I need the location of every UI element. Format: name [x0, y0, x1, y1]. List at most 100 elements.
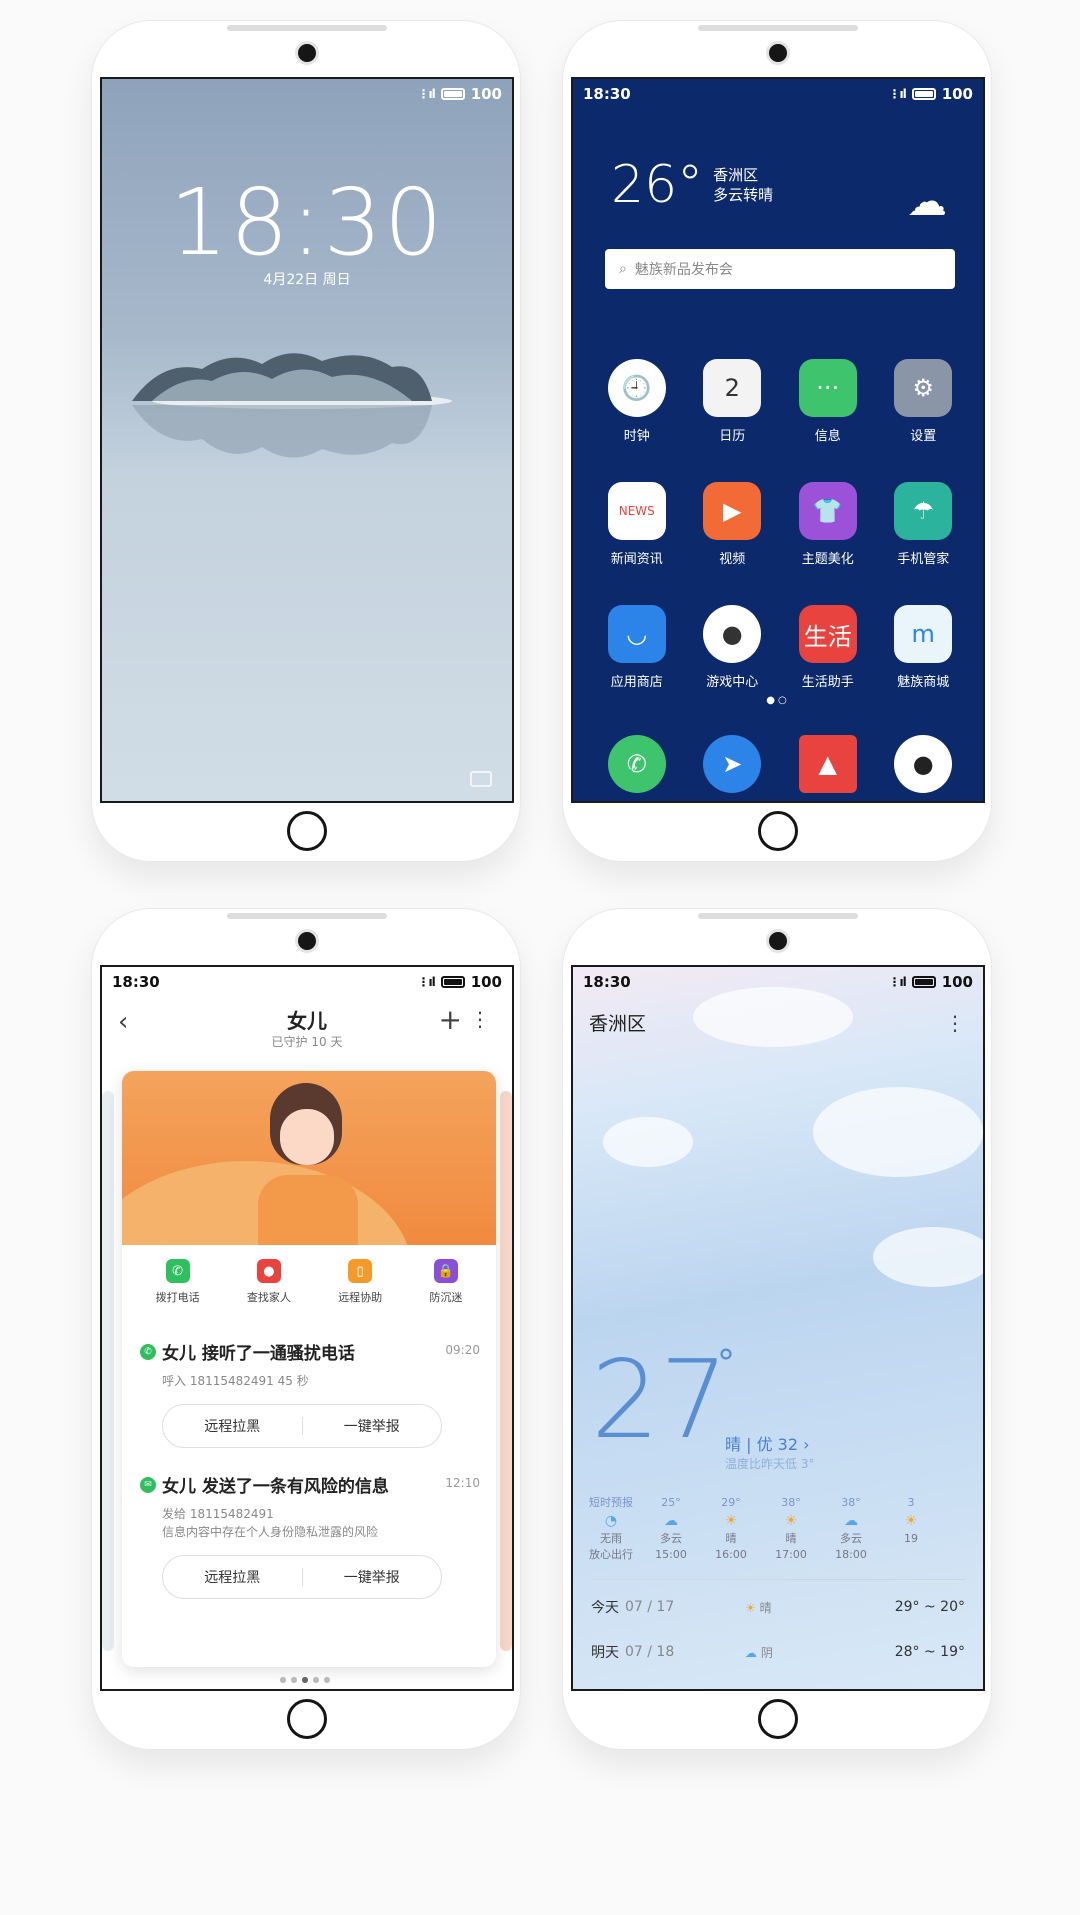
calendar-icon: 2: [703, 359, 762, 417]
app-grid: 🕘 时钟 2 日历 ··· 信息 ⚙ 设置 NEWS 新闻资讯 ▶ 视频 👕 主题美化 ☂ 手机管家 ◡ 应用商店…: [589, 359, 971, 690]
family-member-card: ✆ 拨打电话 ● 查找家人 ▯ 远程协助 🔒 防沉迷 ✆ 女儿 接听了一通骚扰电话 09:…: [122, 1071, 496, 1667]
app-video[interactable]: ▶ 视频: [685, 482, 781, 567]
lock-clock: 18:30: [169, 169, 445, 276]
app-clock[interactable]: 🕘 时钟: [589, 359, 685, 444]
person-icon: ●: [256, 1259, 281, 1283]
hourly-t: 25°: [661, 1496, 681, 1509]
event-warning: 信息内容中存在个人身份隐私泄露的风险: [162, 1525, 379, 1539]
hourly-c: 晴: [725, 1532, 737, 1545]
phone-lockscreen: ⋮ıl 100 18:30 4月22日 周日: [91, 20, 521, 862]
signal-icon: ⋮ıl: [417, 975, 435, 989]
hourly-h: 18:00: [835, 1548, 867, 1561]
degree-symbol: °: [717, 1343, 735, 1384]
video-icon: ▶: [703, 482, 762, 540]
home-button[interactable]: [758, 1699, 798, 1739]
locate-button[interactable]: ● 查找家人: [247, 1259, 291, 1305]
search-icon: ⌕: [619, 261, 627, 277]
battery-level: 100: [470, 85, 502, 103]
lockscreen[interactable]: ⋮ıl 100 18:30 4月22日 周日: [100, 77, 514, 803]
gallery-icon[interactable]: ▲: [798, 735, 857, 793]
cloud-icon: ☁: [745, 1645, 757, 1660]
condition-aqi[interactable]: 晴 | 优 32 ›: [725, 1431, 810, 1455]
search-placeholder: 魅族新品发布会: [634, 262, 733, 278]
front-camera: [295, 41, 319, 65]
event-time: 09:20: [445, 1343, 480, 1357]
hourly-h: 19: [904, 1532, 918, 1545]
store-icon: m: [894, 605, 953, 663]
call-button[interactable]: ✆ 拨打电话: [156, 1259, 200, 1305]
prev-card-peek[interactable]: [102, 1091, 114, 1651]
search-bar[interactable]: ⌕ 魅族新品发布会: [605, 249, 955, 289]
hourly-t: 短时预报: [589, 1496, 633, 1509]
home-button[interactable]: [287, 1699, 327, 1739]
temperature-compare: 温度比昨天低 3°: [725, 1457, 815, 1471]
remote-assist-button[interactable]: ▯ 远程协助: [338, 1259, 382, 1305]
event-detail: 发给 18115482491: [162, 1507, 274, 1521]
phone-icon[interactable]: ✆: [607, 735, 666, 793]
battery-icon: [911, 976, 936, 988]
hourly-c: 无雨: [600, 1532, 622, 1545]
battery-level: 100: [470, 973, 502, 991]
daily-row-tomorrow[interactable]: 明天 07 / 18 ☁ 阴 28° ~ 19°: [591, 1642, 965, 1662]
earpiece: [698, 913, 858, 919]
status-time: 18:30: [583, 85, 631, 103]
app-calendar[interactable]: 2 日历: [685, 359, 781, 444]
theme-icon: 👕: [798, 482, 857, 540]
hourly-t: 3: [907, 1496, 915, 1509]
app-gear[interactable]: ⚙ 设置: [876, 359, 972, 444]
camera-icon[interactable]: ●: [894, 735, 953, 793]
hourly-forecast[interactable]: 短时预报 ◔ 无雨 放心出行 25° ☁ 多云 15:00 29° ☀ 晴 16:00 38° ☀ 晴 17:…: [581, 1495, 983, 1563]
weather-screen: 18:30 ⋮ıl 100 香洲区 ⋮ 27 ° 晴 | 优 32 › 温度比昨…: [571, 965, 985, 1691]
app-theme[interactable]: 👕 主题美化: [780, 482, 876, 567]
event-title: 女儿 接听了一通骚扰电话: [162, 1344, 355, 1364]
app-message[interactable]: ··· 信息: [780, 359, 876, 444]
more-icon[interactable]: ⋮: [945, 1011, 965, 1035]
action-row: ✆ 拨打电话 ● 查找家人 ▯ 远程协助 🔒 防沉迷: [122, 1245, 496, 1315]
report-button[interactable]: 一键举报: [303, 1416, 442, 1436]
earpiece: [227, 913, 387, 919]
home-button[interactable]: [287, 811, 327, 851]
family-guard-screen: 18:30 ⋮ıl 100 ‹ 女儿 已守护 10 天 + ⋮ ✆ 拨打电话 ●…: [100, 965, 514, 1691]
app-life[interactable]: 生活 生活助手: [780, 605, 876, 690]
browser-icon[interactable]: ➤: [703, 735, 762, 793]
app-label: 日历: [719, 429, 746, 444]
block-button[interactable]: 远程拉黑: [163, 1567, 302, 1587]
cloud-icon: ☁: [907, 179, 947, 225]
event-item: ✆ 女儿 接听了一通骚扰电话 09:20 呼入 18115482491 45 秒 …: [122, 1315, 496, 1448]
app-label: 应用商店: [610, 675, 663, 690]
anti-addiction-button[interactable]: 🔒 防沉迷: [429, 1259, 462, 1305]
app-gamecenter[interactable]: ● 游戏中心: [685, 605, 781, 690]
more-icon[interactable]: ⋮: [470, 1007, 490, 1031]
camera-shortcut-icon[interactable]: [470, 771, 492, 787]
battery-level: 100: [941, 973, 973, 991]
weather-widget[interactable]: 26° 香洲区 多云转晴: [611, 159, 773, 211]
gear-icon: ⚙: [894, 359, 953, 417]
phone-homescreen: 18:30 ⋮ıl 100 26° 香洲区 多云转晴 ☁ ⌕ 魅族新品发布会 🕘…: [562, 20, 992, 862]
home-button[interactable]: [758, 811, 798, 851]
phone-weather: 18:30 ⋮ıl 100 香洲区 ⋮ 27 ° 晴 | 优 32 › 温度比昨…: [562, 908, 992, 1750]
report-button[interactable]: 一键举报: [303, 1567, 442, 1587]
event-item: ✉ 女儿 发送了一条有风险的信息 12:10 发给 18115482491 信息内容…: [122, 1448, 496, 1599]
hourly-c: 晴: [785, 1532, 797, 1545]
hourly-h: 放心出行: [589, 1548, 633, 1561]
widget-condition: 多云转晴: [713, 186, 774, 204]
block-button[interactable]: 远程拉黑: [163, 1416, 302, 1436]
hourly-t: 29°: [721, 1496, 741, 1509]
weather-icon: ◔: [604, 1513, 618, 1529]
hourly-h: 15:00: [655, 1548, 687, 1561]
front-camera: [766, 41, 790, 65]
app-news[interactable]: NEWS 新闻资讯: [589, 482, 685, 567]
add-icon[interactable]: +: [439, 1003, 462, 1036]
app-label: 新闻资讯: [610, 552, 663, 567]
location-title[interactable]: 香洲区: [589, 1009, 646, 1036]
daily-row-today[interactable]: 今天 07 / 17 ☀ 晴 29° ~ 20°: [591, 1597, 965, 1617]
signal-icon: ⋮ıl: [417, 87, 435, 101]
app-appstore[interactable]: ◡ 应用商店: [589, 605, 685, 690]
app-umbrella[interactable]: ☂ 手机管家: [876, 482, 972, 567]
next-card-peek[interactable]: [500, 1091, 512, 1651]
app-label: 魅族商城: [897, 675, 950, 690]
app-label: 设置: [910, 429, 937, 444]
event-title: 女儿 发送了一条有风险的信息: [162, 1477, 389, 1497]
app-store[interactable]: m 魅族商城: [876, 605, 972, 690]
dock: ✆ ➤ ▲ ●: [589, 735, 971, 793]
